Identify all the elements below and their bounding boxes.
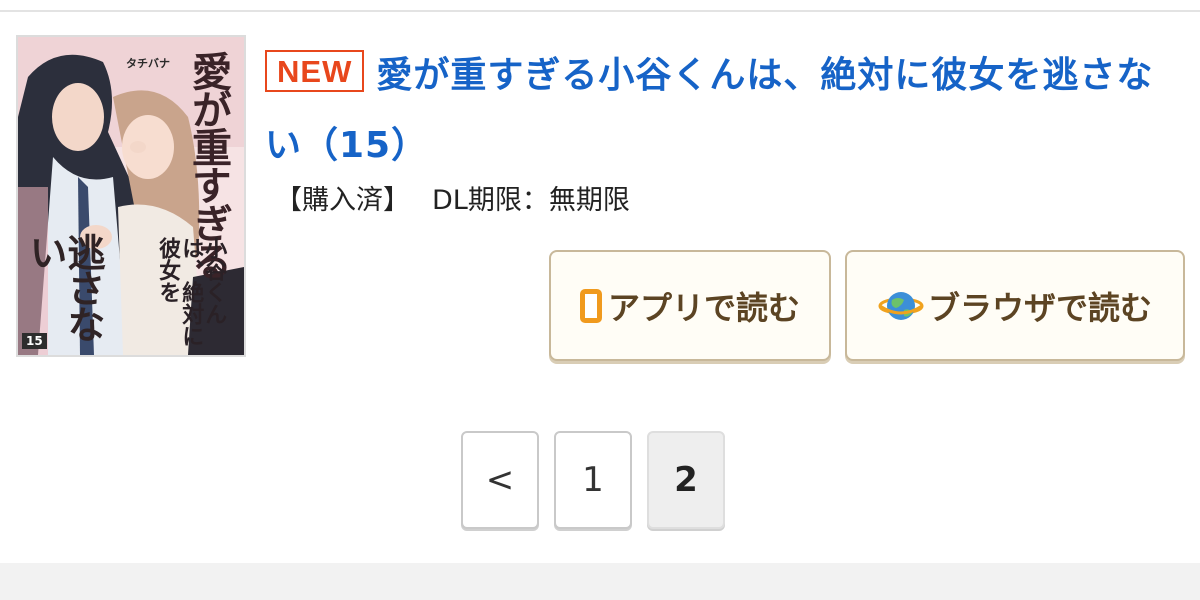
globe-icon	[878, 286, 924, 326]
read-in-browser-label: ブラウザで読む	[927, 288, 1152, 327]
pagination: < 1 2	[461, 431, 725, 529]
purchase-meta: 【購入済】 DL期限：無期限	[275, 178, 630, 217]
pagination-page-2-current[interactable]: 2	[647, 431, 725, 529]
book-cover-thumbnail[interactable]: タチバナ 愛が重すぎる 小谷くんは、絶対に彼女を 逃さない 15	[16, 35, 246, 357]
purchased-book-item: タチバナ 愛が重すぎる 小谷くんは、絶対に彼女を 逃さない 15 NEW 愛が重す…	[0, 0, 1200, 400]
purchase-status: 【購入済】	[275, 185, 410, 216]
read-in-app-label: アプリで読む	[607, 288, 800, 327]
cover-author-name: タチバナ	[126, 57, 170, 70]
footer-band	[0, 563, 1200, 600]
cover-subtitle-text: 小谷くんは、絶対に彼女を	[155, 237, 228, 347]
cover-volume-number: 15	[22, 333, 47, 349]
pagination-prev-button[interactable]: <	[461, 431, 539, 529]
read-in-browser-button[interactable]: ブラウザで読む	[845, 250, 1185, 361]
pagination-page-1[interactable]: 1	[554, 431, 632, 529]
new-badge: NEW	[265, 50, 365, 92]
book-title-link[interactable]: 愛が重すぎる小谷くんは、絶対に彼女を逃さない（15）	[265, 55, 1153, 166]
book-title-block: NEW 愛が重すぎる小谷くんは、絶対に彼女を逃さない（15）	[265, 44, 1185, 184]
read-in-app-button[interactable]: アプリで読む	[549, 250, 831, 361]
download-limit: DL期限：無期限	[432, 185, 630, 216]
smartphone-icon	[579, 288, 602, 323]
